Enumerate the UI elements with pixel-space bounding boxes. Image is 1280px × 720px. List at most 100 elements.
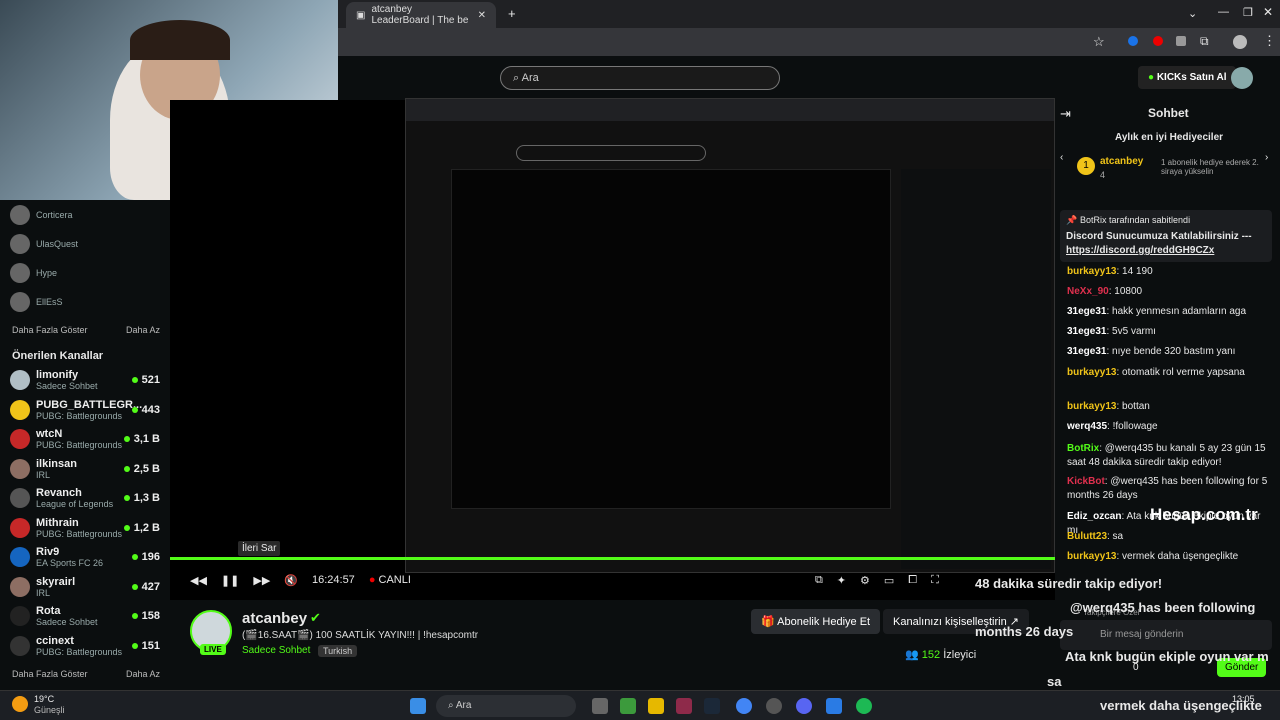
clip-icon[interactable]: ⧉	[815, 574, 823, 587]
prev-arrow-icon[interactable]: ‹	[1060, 152, 1063, 163]
channel-avatar	[10, 292, 30, 312]
taskbar-search[interactable]: ⌕ Ara	[436, 695, 576, 717]
nested-chat	[901, 169, 1051, 569]
recommended-channel[interactable]: ccinext PUBG: Battlegrounds 151	[10, 631, 160, 661]
channel-name: Corticera	[36, 210, 73, 220]
taskbar: 19°C Güneşli ⌕ Ara 13:05	[0, 690, 1280, 720]
channel-category: PUBG: Battlegrounds	[36, 646, 123, 657]
chat-username[interactable]: 31ege31	[1067, 346, 1106, 357]
recommended-channel[interactable]: Revanch League of Legends 1,3 B	[10, 483, 160, 513]
browser-menu-icon[interactable]: ⋮	[1263, 33, 1276, 49]
followed-channel[interactable]: Hype	[10, 258, 160, 288]
weather-icon[interactable]	[12, 696, 28, 712]
user-avatar[interactable]	[1231, 67, 1253, 89]
chat-username[interactable]: 31ege31	[1067, 306, 1106, 317]
buy-kicks-button[interactable]: ● KICKs Satın Al	[1138, 66, 1237, 89]
channel-text: Mithrain PUBG: Battlegrounds	[36, 517, 122, 539]
gifter-note: 1 abonelik hediye ederek 2. siraya yükse…	[1161, 158, 1259, 176]
app-icon[interactable]	[676, 698, 692, 714]
maximize-icon[interactable]: ❐	[1243, 6, 1253, 19]
language-tag[interactable]: Turkish	[318, 645, 358, 657]
pinned-message[interactable]: 📌 BotRix tarafından sabitlendi Discord S…	[1060, 210, 1272, 262]
minecraft-icon[interactable]	[620, 698, 636, 714]
spotify-icon[interactable]	[856, 698, 872, 714]
chat-username[interactable]: burkayy13	[1067, 266, 1116, 277]
discord-icon[interactable]	[796, 698, 812, 714]
shield-extension-icon[interactable]	[1176, 36, 1186, 46]
channel-category: EA Sports FC 26	[36, 558, 104, 568]
chat-text: : 10800	[1108, 286, 1143, 297]
gift-sub-label: Abonelik Hediye Et	[777, 616, 871, 628]
sparkle-icon[interactable]: ✦	[837, 574, 846, 587]
minimize-icon[interactable]: —	[1218, 6, 1229, 18]
recommended-channel[interactable]: skyrairl IRL 427	[10, 572, 160, 602]
bookmark-star-icon[interactable]: ☆	[1093, 34, 1105, 50]
chat-username[interactable]: burkayy13	[1067, 551, 1116, 562]
progress-bar[interactable]	[170, 557, 1055, 560]
chat-username[interactable]: NeXx_90	[1067, 286, 1109, 297]
extensions-puzzle-icon[interactable]: ⧉	[1200, 34, 1209, 49]
chat-username[interactable]: KickBot	[1067, 476, 1105, 487]
collapse-chat-icon[interactable]: ⇥	[1060, 106, 1071, 122]
profile-icon[interactable]	[1233, 35, 1247, 49]
top-gifters-title: Aylık en iyi Hediyeciler	[1115, 132, 1224, 143]
chat-username[interactable]: 31ege31	[1067, 326, 1106, 337]
channel-name[interactable]: atcanbey	[242, 610, 307, 627]
extension-icon[interactable]	[1128, 36, 1138, 46]
pinned-text: Discord Sunucumuza Katılabilirsiniz ---	[1066, 231, 1252, 242]
followed-channel[interactable]: EllEsS	[10, 287, 160, 317]
tab-close-icon[interactable]: ✕	[478, 10, 486, 21]
chat-username[interactable]: burkayy13	[1067, 401, 1116, 412]
theater-icon[interactable]: ▭	[884, 574, 894, 587]
new-tab-icon[interactable]: +	[508, 6, 516, 21]
chat-username[interactable]: burkayy13	[1067, 367, 1116, 378]
search-placeholder: Ara	[521, 72, 539, 84]
explorer-icon[interactable]	[648, 698, 664, 714]
mute-icon[interactable]: 🔇	[284, 574, 298, 587]
chat-username[interactable]: werq435	[1067, 421, 1107, 432]
followed-channel[interactable]: UlasQuest	[10, 229, 160, 259]
rewind-icon[interactable]: ◀◀	[190, 574, 207, 587]
tab-menu-icon[interactable]: ⌄	[1188, 7, 1197, 20]
search-input[interactable]: ⌕ Ara	[500, 66, 780, 90]
app-icon[interactable]	[826, 698, 842, 714]
recommended-channel[interactable]: Riv9 EA Sports FC 26 196	[10, 542, 160, 572]
recommended-channel[interactable]: PUBG_BATTLEGR... PUBG: Battlegrounds 443	[10, 395, 160, 425]
followed-channel[interactable]: Corticera	[10, 200, 160, 230]
recommended-channel[interactable]: Rota Sadece Sohbet 158	[10, 601, 160, 631]
steam-icon[interactable]	[704, 698, 720, 714]
next-arrow-icon[interactable]: ›	[1265, 152, 1268, 163]
show-less-link[interactable]: Daha Az	[126, 325, 160, 335]
start-icon[interactable]	[410, 698, 426, 714]
chat-message: 31ege31: hakk yenmesın adamların aga	[1067, 305, 1272, 319]
chat-input[interactable]: Bir mesaj gönderin	[1060, 620, 1272, 650]
task-view-icon[interactable]	[592, 698, 608, 714]
channel-name: EllEsS	[36, 297, 63, 307]
close-window-icon[interactable]: ✕	[1263, 5, 1273, 19]
nested-stream-capture	[405, 98, 1055, 573]
recommended-channel[interactable]: ilkinsan IRL 2,5 B	[10, 454, 160, 484]
show-more-link[interactable]: Daha Fazla Göster	[12, 325, 88, 335]
recommended-channel[interactable]: wtcN PUBG: Battlegrounds 3,1 B	[10, 424, 160, 454]
chat-username[interactable]: Bulutt23	[1067, 531, 1107, 542]
chat-username[interactable]: Ediz_ozcan	[1067, 511, 1121, 522]
youtube-extension-icon[interactable]	[1153, 36, 1163, 46]
chat-username[interactable]: BotRix	[1067, 443, 1099, 454]
forward-icon[interactable]: ▶▶	[253, 574, 270, 587]
pinned-link[interactable]: https://discord.gg/reddGH9CZx	[1066, 245, 1214, 256]
app-icon[interactable]	[766, 698, 782, 714]
fullscreen-icon[interactable]: ⛶	[931, 574, 939, 587]
viewer-count: 2,5 B	[124, 463, 160, 475]
chrome-icon[interactable]	[736, 698, 752, 714]
show-more-link[interactable]: Daha Fazla Göster	[12, 669, 88, 679]
chat-message: burkayy13: bottan	[1067, 400, 1272, 414]
show-less-link[interactable]: Daha Az	[126, 669, 160, 679]
pause-icon[interactable]: ❚❚	[221, 574, 239, 587]
gift-sub-button[interactable]: 🎁 Abonelik Hediye Et	[751, 609, 881, 634]
pip-icon[interactable]: ⧠	[908, 574, 917, 587]
stream-category[interactable]: Sadece Sohbet	[242, 645, 310, 656]
settings-icon[interactable]: ⚙	[860, 574, 870, 587]
browser-tab[interactable]: ▣ atcanbey LeaderBoard | The be ✕	[346, 2, 496, 28]
recommended-channel[interactable]: limonify Sadece Sohbet 521	[10, 365, 160, 395]
recommended-channel[interactable]: Mithrain PUBG: Battlegrounds 1,2 B	[10, 513, 160, 543]
